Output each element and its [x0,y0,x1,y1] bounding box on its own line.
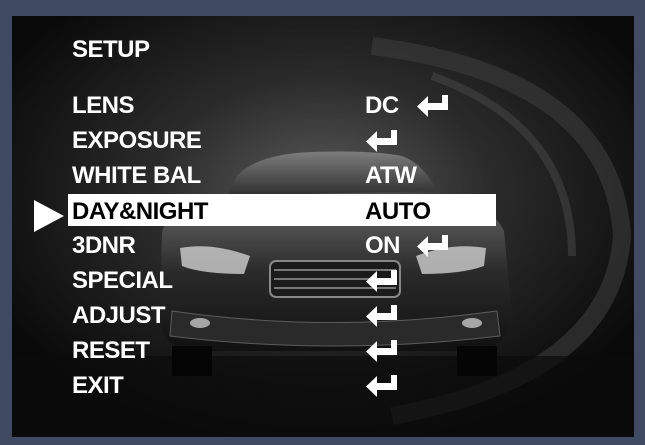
menu-item-label: ADJUST [72,302,166,329]
menu-item-value: ON [365,232,401,259]
menu-item-label: LENS [72,92,135,119]
menu-item-exposure[interactable]: EXPOSURE [12,123,634,158]
menu-item-label: RESET [72,337,150,364]
menu-item-label: WHITE BAL [72,162,201,189]
menu-item-label: DAY&NIGHT [72,198,208,225]
enter-arrow-icon [366,375,397,397]
menu-item-special[interactable]: SPECIAL [12,263,634,298]
menu-item-value: ATW [365,162,417,189]
setup-menu: SETUP LENS DC EXPOSURE WHITE BAL ATW DAY… [12,16,634,437]
menu-item-value: AUTO [365,198,431,225]
menu-item-label: EXPOSURE [72,127,202,154]
enter-arrow-icon [417,95,448,117]
menu-item-reset[interactable]: RESET [12,333,634,368]
enter-arrow-icon [366,305,397,327]
menu-item-white-bal[interactable]: WHITE BAL ATW [12,158,634,193]
menu-title: SETUP [72,36,150,63]
menu-item-day-night[interactable]: DAY&NIGHT AUTO [12,194,634,229]
menu-item-lens[interactable]: LENS DC [12,88,634,123]
enter-arrow-icon [366,130,397,152]
menu-item-label: EXIT [72,372,124,399]
enter-arrow-icon [366,340,397,362]
enter-arrow-icon [417,235,448,257]
menu-item-exit[interactable]: EXIT [12,368,634,403]
menu-item-adjust[interactable]: ADJUST [12,298,634,333]
menu-item-3dnr[interactable]: 3DNR ON [12,228,634,263]
menu-item-value: DC [365,92,399,119]
menu-item-label: 3DNR [72,232,136,259]
menu-item-label: SPECIAL [72,267,173,294]
enter-arrow-icon [366,270,397,292]
osd-screen: SETUP LENS DC EXPOSURE WHITE BAL ATW DAY… [12,16,634,437]
